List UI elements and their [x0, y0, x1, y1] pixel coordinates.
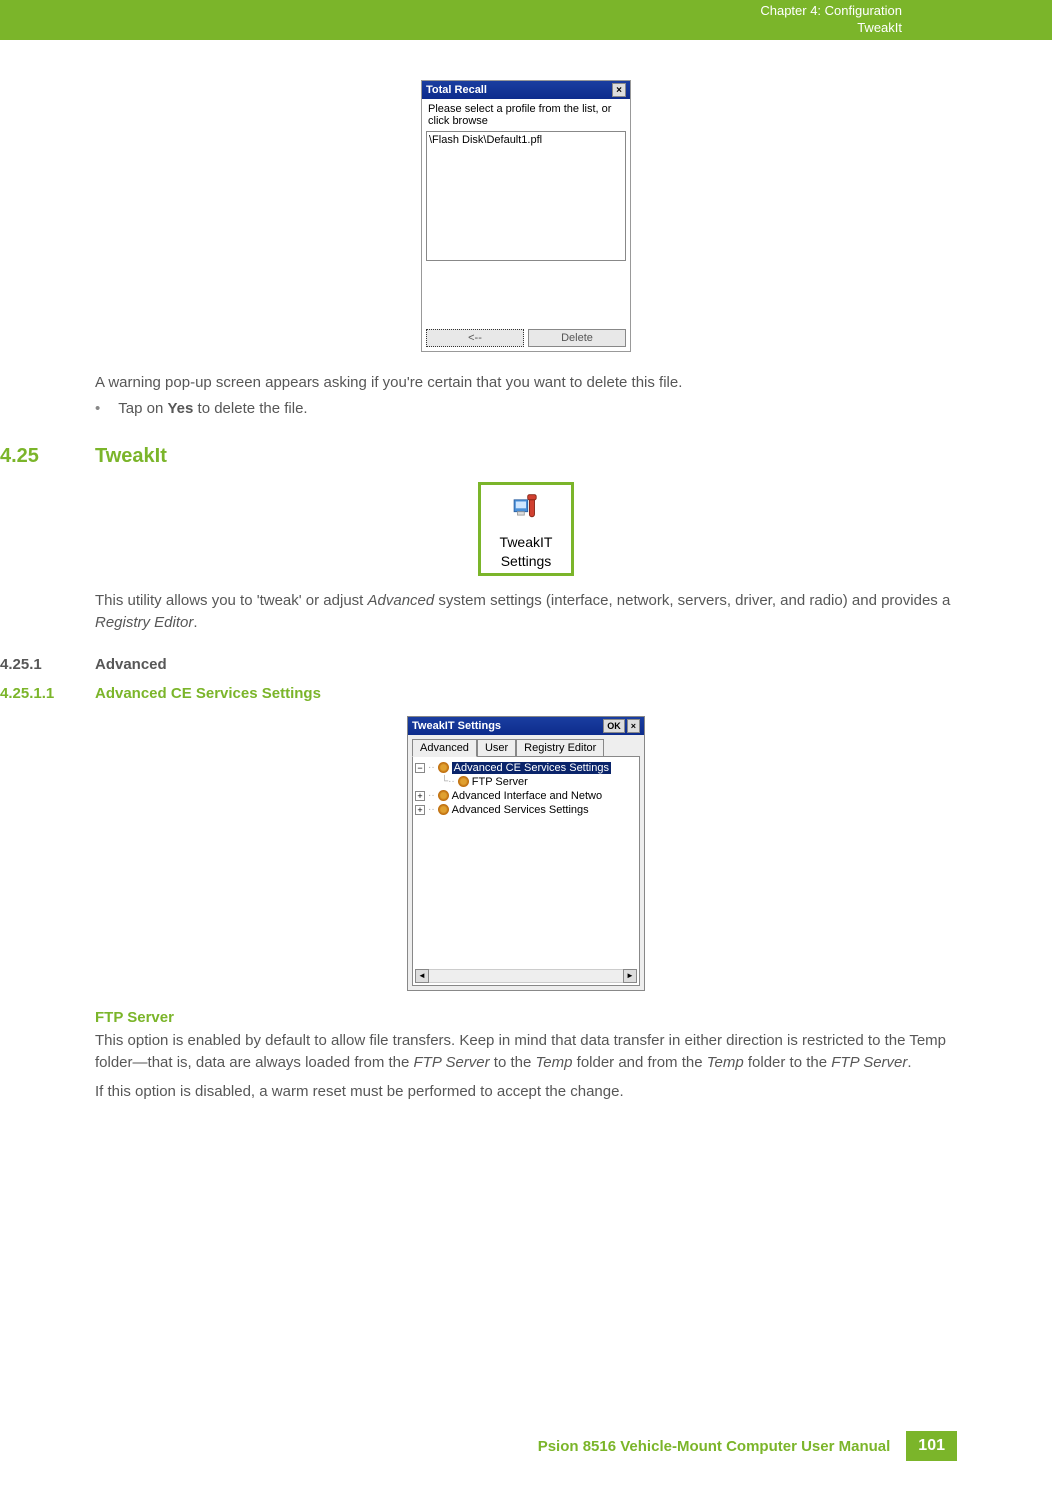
text: . [907, 1054, 911, 1071]
bold-text: Yes [167, 400, 193, 417]
subsubsection-number: 4.25.1.1 [0, 685, 95, 702]
bullet-text: Tap on Yes to delete the file. [118, 400, 307, 417]
bullet-marker: • [95, 400, 100, 417]
tree-connector: ·· [428, 790, 435, 801]
tree-node[interactable]: − ·· Advanced CE Services Settings [415, 761, 637, 775]
paragraph: A warning pop-up screen appears asking i… [95, 372, 957, 394]
text: to delete the file. [193, 400, 307, 417]
text: . [193, 614, 197, 631]
tree-label[interactable]: FTP Server [472, 776, 528, 788]
dialog-title: Total Recall [426, 84, 487, 96]
horizontal-scrollbar[interactable]: ◄ ► [415, 969, 637, 983]
paragraph: This option is enabled by default to all… [95, 1030, 957, 1074]
close-icon[interactable]: × [627, 719, 640, 733]
page-footer: Psion 8516 Vehicle-Mount Computer User M… [538, 1431, 957, 1461]
italic-text: FTP Server [414, 1054, 490, 1071]
text: folder to the [744, 1054, 832, 1071]
italic-text: Advanced [368, 592, 435, 609]
gear-icon [438, 790, 449, 801]
tab-registry-editor[interactable]: Registry Editor [516, 739, 604, 756]
header-text-block: Chapter 4: Configuration TweakIt [760, 3, 902, 37]
subsubsection-title: Advanced CE Services Settings [95, 685, 321, 702]
subsection-number: 4.25.1 [0, 656, 95, 673]
page-content: Total Recall × Please select a profile f… [0, 40, 1052, 1103]
page-header-bar: Chapter 4: Configuration TweakIt [0, 0, 1052, 40]
bullet-item: • Tap on Yes to delete the file. [95, 400, 957, 417]
list-item[interactable]: \Flash Disk\Default1.pfl [429, 134, 623, 146]
tweakit-settings-dialog: TweakIT Settings OK × Advanced User Regi… [407, 716, 645, 991]
paragraph: If this option is disabled, a warm reset… [95, 1081, 957, 1103]
gear-icon [438, 762, 449, 773]
scroll-track[interactable] [429, 969, 623, 983]
italic-text: FTP Server [831, 1054, 907, 1071]
dialog-prompt: Please select a profile from the list, o… [422, 99, 630, 131]
tree-label[interactable]: Advanced Interface and Netwo [452, 790, 602, 802]
close-icon[interactable]: × [612, 83, 626, 97]
dialog-titlebar: Total Recall × [422, 81, 630, 99]
tree-connector: ·· [428, 762, 435, 773]
delete-button[interactable]: Delete [528, 329, 626, 347]
tweakit-app-icon: TweakIT Settings [478, 482, 574, 577]
tree-node[interactable]: + ·· Advanced Interface and Netwo [415, 789, 637, 803]
scroll-right-icon[interactable]: ► [623, 969, 637, 983]
text: This utility allows you to 'tweak' or ad… [95, 592, 368, 609]
gear-icon [458, 776, 469, 787]
spacer [422, 265, 630, 325]
settings-tree[interactable]: − ·· Advanced CE Services Settings └·· F… [412, 756, 640, 986]
subsubsection-heading: 4.25.1.1 Advanced CE Services Settings [95, 685, 957, 702]
profile-listbox[interactable]: \Flash Disk\Default1.pfl [426, 131, 626, 261]
page-number: 101 [906, 1431, 957, 1461]
icon-label-line2: Settings [485, 553, 567, 570]
subsection-heading: 4.25.1 Advanced [95, 656, 957, 673]
dialog-titlebar: TweakIT Settings OK × [408, 717, 644, 735]
tree-connector: └·· [441, 776, 455, 787]
text: system settings (interface, network, ser… [434, 592, 950, 609]
section-number: 4.25 [0, 445, 95, 468]
back-button[interactable]: <-- [426, 329, 524, 347]
tree-connector: ·· [428, 804, 435, 815]
total-recall-dialog: Total Recall × Please select a profile f… [421, 80, 631, 352]
scroll-left-icon[interactable]: ◄ [415, 969, 429, 983]
tree-node[interactable]: └·· FTP Server [415, 775, 637, 789]
gear-icon [438, 804, 449, 815]
section-label: TweakIt [760, 20, 902, 37]
italic-text: Temp [707, 1054, 744, 1071]
chapter-label: Chapter 4: Configuration [760, 3, 902, 20]
expand-icon[interactable]: + [415, 791, 425, 801]
text: Tap on [118, 400, 167, 417]
tweakit-icon [485, 493, 567, 532]
tree-label[interactable]: Advanced Services Settings [452, 804, 589, 816]
icon-label-line1: TweakIT [485, 534, 567, 551]
ok-button[interactable]: OK [603, 719, 625, 733]
tab-bar: Advanced User Registry Editor [408, 735, 644, 756]
section-title: TweakIt [95, 445, 167, 468]
tree-label-selected[interactable]: Advanced CE Services Settings [452, 762, 611, 774]
italic-text: Registry Editor [95, 614, 193, 631]
tab-user[interactable]: User [477, 739, 516, 756]
section-heading: 4.25 TweakIt [95, 445, 957, 468]
tab-advanced[interactable]: Advanced [412, 739, 477, 757]
collapse-icon[interactable]: − [415, 763, 425, 773]
footer-text: Psion 8516 Vehicle-Mount Computer User M… [538, 1438, 907, 1455]
expand-icon[interactable]: + [415, 805, 425, 815]
paragraph: This utility allows you to 'tweak' or ad… [95, 590, 957, 634]
dialog-button-row: <-- Delete [422, 325, 630, 351]
dialog-title: TweakIT Settings [412, 720, 501, 732]
heading-ftp-server: FTP Server [95, 1009, 957, 1026]
tree-node[interactable]: + ·· Advanced Services Settings [415, 803, 637, 817]
text: to the [490, 1054, 536, 1071]
italic-text: Temp [536, 1054, 573, 1071]
text: folder and from the [572, 1054, 706, 1071]
subsection-title: Advanced [95, 656, 167, 673]
